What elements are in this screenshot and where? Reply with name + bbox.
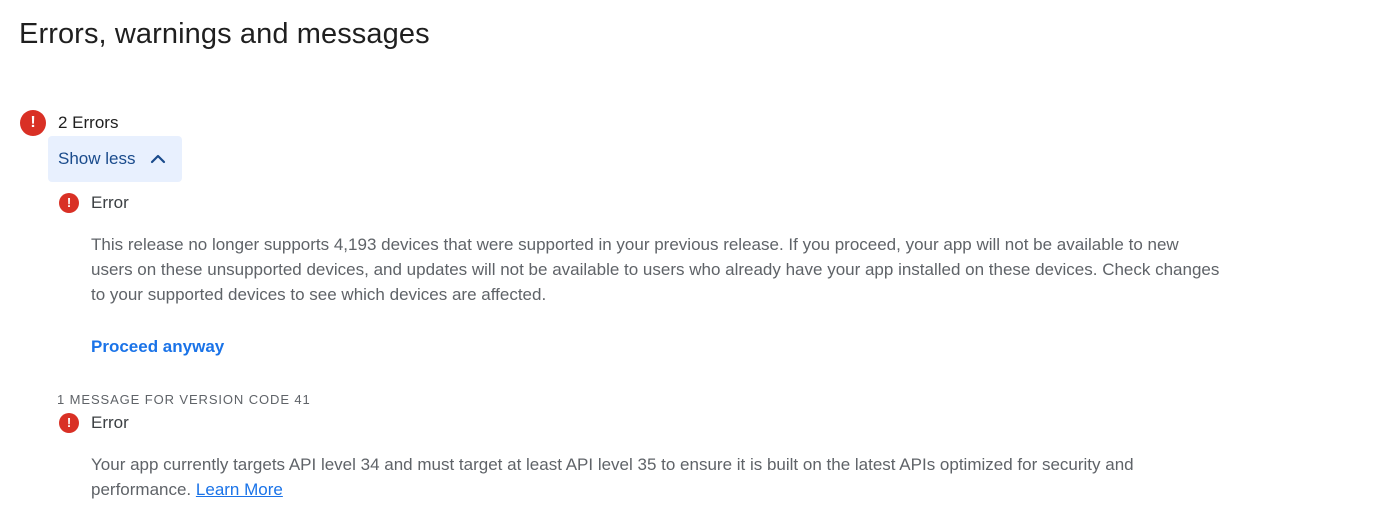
proceed-anyway-link[interactable]: Proceed anyway [91, 337, 224, 357]
learn-more-link[interactable]: Learn More [196, 480, 283, 499]
error-icon: ! [20, 110, 46, 136]
show-less-button[interactable]: Show less [48, 136, 182, 182]
page-title: Errors, warnings and messages [19, 18, 430, 50]
show-less-label: Show less [58, 149, 136, 168]
version-messages-heading: 1 MESSAGE FOR VERSION CODE 41 [57, 392, 311, 407]
error-title: Error [91, 193, 129, 212]
error-description: This release no longer supports 4,193 de… [91, 235, 1220, 304]
error-title: Error [91, 413, 129, 432]
error-description: Your app currently targets API level 34 … [91, 452, 1221, 502]
error-icon: ! [59, 193, 79, 213]
error-count-label: 2 Errors [58, 113, 119, 132]
chevron-up-icon [151, 154, 166, 164]
error-icon: ! [59, 413, 79, 433]
